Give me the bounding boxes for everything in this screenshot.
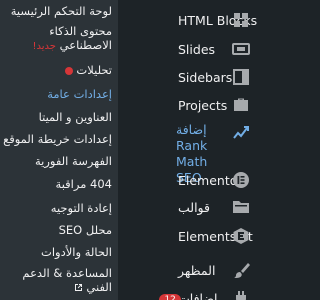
new-badge: جديد! bbox=[32, 41, 56, 52]
menu-item-html-blocks[interactable]: HTML Blocks bbox=[118, 6, 257, 36]
menu-item-elementskit[interactable]: ElementsKit bbox=[118, 222, 253, 252]
submenu-item-label: إعدادات خريطة الموقع bbox=[3, 132, 112, 146]
submenu-item-404-monitor[interactable]: 404 مراقبة bbox=[2, 177, 112, 191]
briefcase-icon bbox=[232, 96, 250, 114]
folder-icon bbox=[232, 198, 250, 216]
submenu-item-general-settings[interactable]: إعدادات عامة bbox=[2, 87, 112, 101]
submenu-item-instant-indexing[interactable]: الفهرسة الفورية bbox=[2, 154, 112, 168]
submenu-item-label: تحليلات bbox=[76, 63, 112, 77]
submenu-item-label: إعدادات عامة bbox=[47, 87, 112, 101]
menu-item-label: إضافات bbox=[178, 291, 218, 300]
menu-item-plugins[interactable]: إضافات12 bbox=[118, 285, 250, 300]
update-count-badge: 12 bbox=[159, 293, 181, 300]
grid-icon bbox=[232, 11, 250, 29]
submenu-item-analytics[interactable]: تحليلات bbox=[2, 63, 112, 77]
menu-item-elementor[interactable]: Elementor bbox=[118, 166, 250, 196]
external-link-icon bbox=[74, 283, 83, 292]
submenu-item-dashboard[interactable]: لوحة التحكم الرئيسية bbox=[2, 4, 112, 18]
menu-item-projects[interactable]: Projects bbox=[118, 91, 250, 121]
submenu-item-label: محلل SEO bbox=[58, 223, 112, 237]
notification-dot bbox=[65, 66, 74, 75]
submenu-item-label: محتوى الذكاء الاصطناعي bbox=[49, 24, 112, 52]
rank-math-icon bbox=[232, 123, 250, 141]
sidebar-icon bbox=[232, 68, 250, 86]
submenu-item-label: الحالة والأدوات bbox=[41, 245, 112, 259]
submenu-item-help-support[interactable]: المساعدة & الدعم الفني bbox=[14, 266, 112, 294]
elementskit-icon bbox=[232, 227, 250, 245]
menu-item-templates[interactable]: قوالب bbox=[118, 193, 250, 223]
submenu-item-label: لوحة التحكم الرئيسية bbox=[10, 4, 112, 18]
submenu-item-label: العناوين و الميتا bbox=[38, 110, 112, 124]
menu-item-rank-math[interactable]: إضافة Rank Math SEO bbox=[118, 118, 250, 185]
menu-item-appearance[interactable]: المظهر bbox=[118, 256, 250, 286]
brush-icon bbox=[232, 261, 250, 279]
plugin-icon bbox=[232, 290, 250, 300]
menu-item-sidebars[interactable]: Sidebars bbox=[118, 63, 250, 93]
submenu-item-sitemap-settings[interactable]: إعدادات خريطة الموقع bbox=[2, 132, 112, 146]
submenu-item-seo-analyzer[interactable]: محلل SEO bbox=[2, 223, 112, 237]
rank-math-submenu: لوحة التحكم الرئيسية محتوى الذكاء الاصطن… bbox=[0, 0, 118, 300]
submenu-item-ai-content[interactable]: محتوى الذكاء الاصطناعي جديد! bbox=[2, 24, 112, 54]
submenu-item-status-tools[interactable]: الحالة والأدوات bbox=[2, 245, 112, 259]
submenu-item-label: 404 مراقبة bbox=[55, 177, 112, 191]
submenu-item-titles-meta[interactable]: العناوين و الميتا bbox=[2, 110, 112, 124]
admin-menu: لوحة التحكم الرئيسية محتوى الذكاء الاصطن… bbox=[0, 0, 257, 300]
submenu-item-label: الفهرسة الفورية bbox=[35, 154, 112, 168]
submenu-item-redirections[interactable]: إعادة التوجيه bbox=[2, 201, 112, 215]
submenu-item-label: إعادة التوجيه bbox=[50, 201, 112, 215]
elementor-icon bbox=[232, 171, 250, 189]
menu-item-slides[interactable]: Slides bbox=[118, 35, 250, 65]
submenu-item-label: المساعدة & الدعم الفني bbox=[22, 266, 112, 294]
slides-icon bbox=[232, 40, 250, 58]
